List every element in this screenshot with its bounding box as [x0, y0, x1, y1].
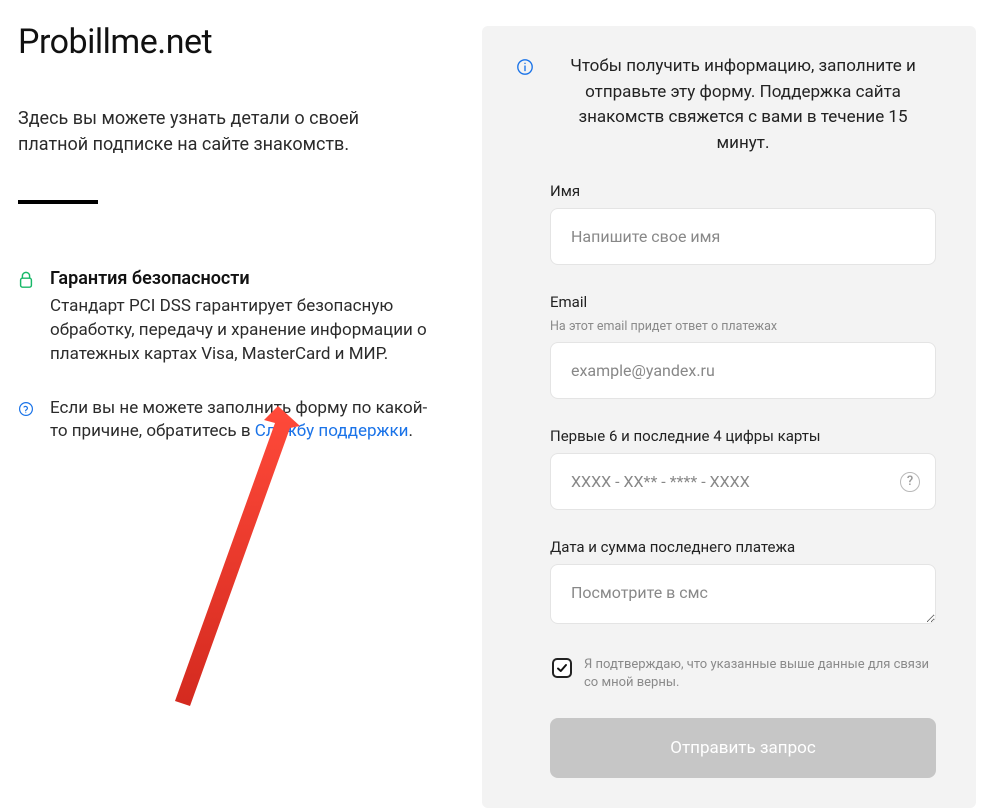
- email-help: На этот email придет ответ о платежах: [550, 319, 936, 334]
- email-input[interactable]: [550, 342, 936, 399]
- help-block: Если вы не можете заполнить форму по как…: [18, 397, 442, 445]
- intro-text: Здесь вы можете узнать детали о своей пл…: [18, 106, 428, 158]
- form-panel: Чтобы получить информацию, заполните и о…: [482, 26, 976, 808]
- support-link[interactable]: Службу поддержки: [255, 421, 409, 441]
- card-help-icon[interactable]: ?: [900, 472, 920, 492]
- form-intro-text: Чтобы получить информацию, заполните и о…: [550, 54, 942, 156]
- site-title: Probillme.net: [18, 22, 442, 62]
- submit-button[interactable]: Отправить запрос: [550, 718, 936, 778]
- help-suffix: .: [408, 421, 412, 441]
- consent-row[interactable]: Я подтверждаю, что указанные выше данные…: [550, 656, 936, 692]
- card-label: Первые 6 и последние 4 цифры карты: [550, 427, 936, 445]
- payment-input[interactable]: [550, 564, 936, 624]
- consent-checkbox[interactable]: [552, 658, 572, 678]
- help-text: Если вы не можете заполнить форму по как…: [50, 397, 442, 445]
- security-text: Стандарт PCI DSS гарантирует безопасную …: [50, 295, 442, 366]
- lock-icon: [18, 268, 36, 289]
- right-column: Чтобы получить информацию, заполните и о…: [460, 0, 998, 769]
- form-intro-row: Чтобы получить информацию, заполните и о…: [516, 54, 942, 156]
- form-body: Имя Email На этот email придет ответ о п…: [516, 182, 942, 778]
- info-icon: [516, 54, 536, 156]
- left-column: Probillme.net Здесь вы можете узнать дет…: [0, 0, 460, 769]
- divider: [18, 200, 98, 204]
- payment-label: Дата и сумма последнего платежа: [550, 538, 936, 556]
- security-block: Гарантия безопасности Стандарт PCI DSS г…: [18, 268, 442, 366]
- name-input[interactable]: [550, 208, 936, 265]
- field-card: Первые 6 и последние 4 цифры карты ?: [550, 427, 936, 510]
- field-email: Email На этот email придет ответ о плате…: [550, 293, 936, 399]
- question-icon: [18, 397, 36, 418]
- consent-label: Я подтверждаю, что указанные выше данные…: [584, 656, 936, 692]
- field-payment: Дата и сумма последнего платежа: [550, 538, 936, 628]
- field-name: Имя: [550, 182, 936, 265]
- card-input[interactable]: [550, 453, 936, 510]
- email-label: Email: [550, 293, 936, 311]
- security-heading: Гарантия безопасности: [50, 268, 442, 289]
- name-label: Имя: [550, 182, 936, 200]
